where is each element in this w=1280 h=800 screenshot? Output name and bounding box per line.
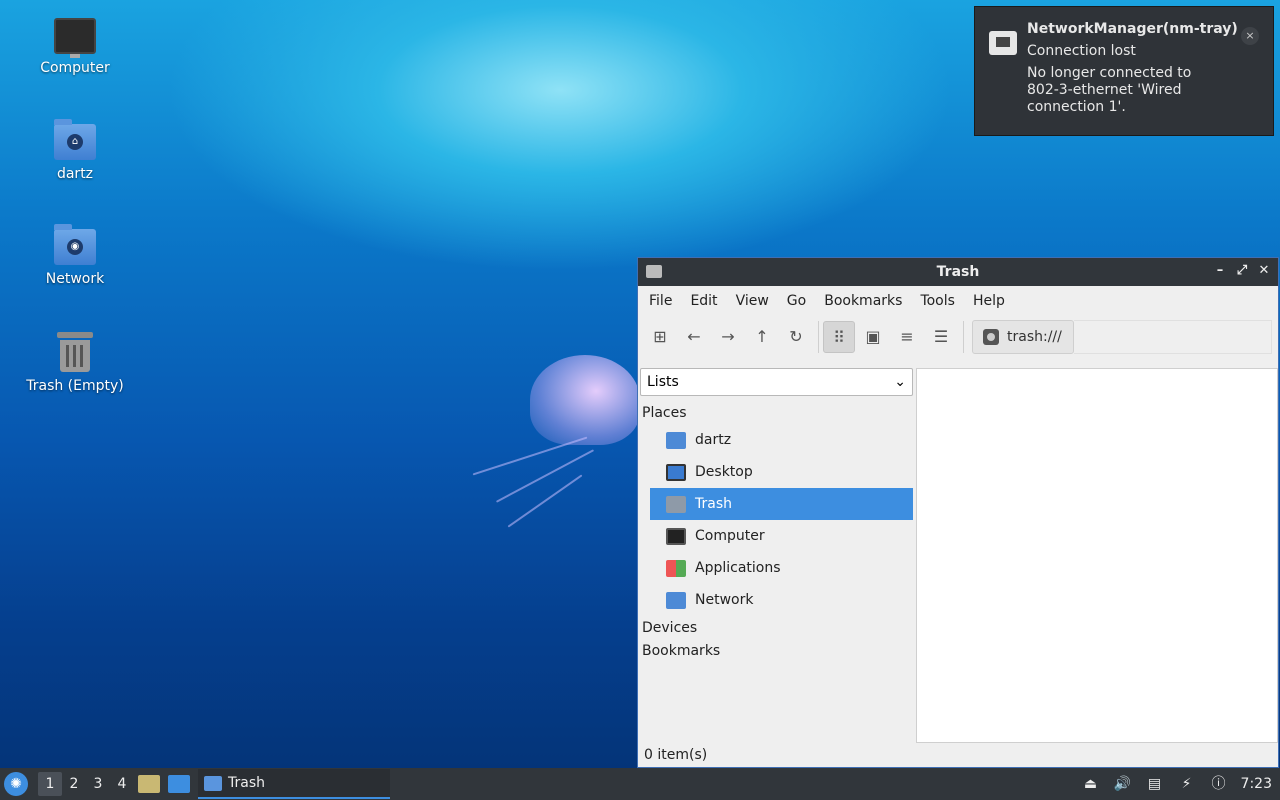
clock[interactable]: 7:23	[1241, 776, 1272, 792]
place-item-trash[interactable]: Trash	[650, 488, 913, 520]
thumbnail-view-icon[interactable]: ▣	[857, 321, 889, 353]
desktop-icon-computer[interactable]: Computer	[20, 18, 130, 76]
place-item-applications[interactable]: Applications	[650, 552, 913, 584]
desktop-icon-label: dartz	[56, 166, 94, 182]
path-button[interactable]: trash:///	[972, 320, 1074, 354]
workspace-3[interactable]: 3	[86, 772, 110, 796]
network-folder-icon	[666, 591, 686, 609]
show-desktop-icon[interactable]	[168, 775, 190, 793]
place-item-computer[interactable]: Computer	[650, 520, 913, 552]
system-tray: ⏏ 🔊 ▤ ⚡ ⓘ 7:23	[1075, 768, 1280, 800]
back-arrow-icon[interactable]: ←	[678, 321, 710, 353]
trash-icon	[57, 332, 93, 372]
close-icon[interactable]: ×	[1241, 27, 1259, 45]
notification-popup[interactable]: NetworkManager(nm-tray) Connection lost …	[974, 6, 1274, 136]
trash-icon	[666, 495, 686, 513]
section-devices[interactable]: Devices	[639, 616, 913, 639]
menu-bookmarks[interactable]: Bookmarks	[815, 293, 911, 309]
update-notifier-icon[interactable]: ⓘ	[1209, 775, 1229, 793]
place-label: Desktop	[695, 464, 753, 480]
clipboard-icon[interactable]: ▤	[1145, 775, 1165, 793]
place-label: Applications	[695, 560, 781, 576]
toolbar-divider	[818, 321, 819, 353]
home-folder-icon	[666, 431, 686, 449]
drive-icon	[983, 329, 999, 345]
reload-icon[interactable]: ↻	[780, 321, 812, 353]
detailed-list-view-icon[interactable]: ☰	[925, 321, 957, 353]
desktop-icon-label: Trash (Empty)	[26, 378, 124, 394]
window-titlebar[interactable]: Trash – ⤢ ✕	[638, 258, 1278, 286]
side-pane: Lists ⌄ Places dartz Desktop Trash Compu…	[639, 368, 913, 662]
taskbar-task-trash[interactable]: Trash	[198, 769, 390, 799]
file-manager-launcher-icon[interactable]	[138, 775, 160, 793]
place-label: Trash	[695, 496, 732, 512]
wallpaper-decoration	[472, 436, 588, 476]
taskbar: ✺ 1 2 3 4 Trash ⏏ 🔊 ▤ ⚡ ⓘ 7:23	[0, 768, 1280, 800]
forward-arrow-icon[interactable]: →	[712, 321, 744, 353]
notification-body: No longer connected to 802-3-ethernet 'W…	[1027, 65, 1192, 115]
up-arrow-icon[interactable]: ↑	[746, 321, 778, 353]
place-item-dartz[interactable]: dartz	[650, 424, 913, 456]
window-title: Trash	[936, 264, 980, 280]
network-wired-icon	[989, 31, 1017, 55]
place-item-network[interactable]: Network	[650, 584, 913, 616]
menu-bar: File Edit View Go Bookmarks Tools Help	[638, 286, 1278, 316]
place-label: Network	[695, 592, 754, 608]
compact-view-icon[interactable]: ≡	[891, 321, 923, 353]
side-pane-mode-value: Lists	[647, 374, 679, 390]
notification-summary: Connection lost	[1027, 43, 1136, 59]
path-label: trash:///	[1007, 329, 1062, 345]
folder-icon	[204, 775, 222, 791]
notification-app-name: NetworkManager(nm-tray)	[1027, 21, 1238, 37]
icon-view-icon[interactable]: ⠿	[823, 321, 855, 353]
status-bar: 0 item(s)	[644, 747, 708, 763]
desktop-icon-network[interactable]: ◉ Network	[20, 224, 130, 287]
menu-view[interactable]: View	[727, 293, 778, 309]
computer-icon	[54, 18, 96, 58]
desktop-icon-home[interactable]: ⌂ dartz	[20, 119, 130, 182]
toolbar-divider	[963, 321, 964, 353]
workspace-2[interactable]: 2	[62, 772, 86, 796]
chevron-down-icon: ⌄	[894, 374, 906, 390]
network-icon[interactable]: ⚡	[1177, 775, 1197, 793]
volume-icon[interactable]: 🔊	[1113, 775, 1133, 793]
menu-help[interactable]: Help	[964, 293, 1014, 309]
path-bar-fill[interactable]	[1074, 320, 1272, 354]
network-folder-icon: ◉	[54, 224, 96, 265]
menu-file[interactable]: File	[640, 293, 681, 309]
minimize-icon[interactable]: –	[1212, 263, 1228, 279]
toolbar: ⊞ ← → ↑ ↻ ⠿ ▣ ≡ ☰ trash:///	[638, 316, 1278, 358]
start-menu-icon[interactable]: ✺	[4, 772, 28, 796]
desktop-icon-label: Computer	[40, 60, 110, 76]
home-folder-icon: ⌂	[54, 119, 96, 160]
workspace-1[interactable]: 1	[38, 772, 62, 796]
menu-edit[interactable]: Edit	[681, 293, 726, 309]
section-bookmarks[interactable]: Bookmarks	[639, 639, 913, 662]
maximize-icon[interactable]: ⤢	[1234, 263, 1250, 279]
task-label: Trash	[228, 775, 265, 791]
desktop-icon-label: Network	[45, 271, 105, 287]
removable-media-icon[interactable]: ⏏	[1081, 775, 1101, 793]
file-manager-window: Trash – ⤢ ✕ File Edit View Go Bookmarks …	[637, 257, 1279, 768]
wallpaper-decoration	[507, 474, 583, 528]
desktop-icon	[666, 463, 686, 481]
side-pane-mode-select[interactable]: Lists ⌄	[640, 368, 913, 396]
computer-icon	[666, 527, 686, 545]
wallpaper-jellyfish	[530, 355, 640, 445]
menu-tools[interactable]: Tools	[911, 293, 964, 309]
place-label: Computer	[695, 528, 765, 544]
file-list-area[interactable]	[916, 368, 1278, 743]
section-places[interactable]: Places	[639, 396, 913, 424]
place-label: dartz	[695, 432, 732, 448]
new-tab-icon[interactable]: ⊞	[644, 321, 676, 353]
workspace-4[interactable]: 4	[110, 772, 134, 796]
close-icon[interactable]: ✕	[1256, 263, 1272, 279]
place-item-desktop[interactable]: Desktop	[650, 456, 913, 488]
applications-icon	[666, 559, 686, 577]
desktop-icon-trash[interactable]: Trash (Empty)	[20, 332, 130, 394]
menu-go[interactable]: Go	[778, 293, 815, 309]
